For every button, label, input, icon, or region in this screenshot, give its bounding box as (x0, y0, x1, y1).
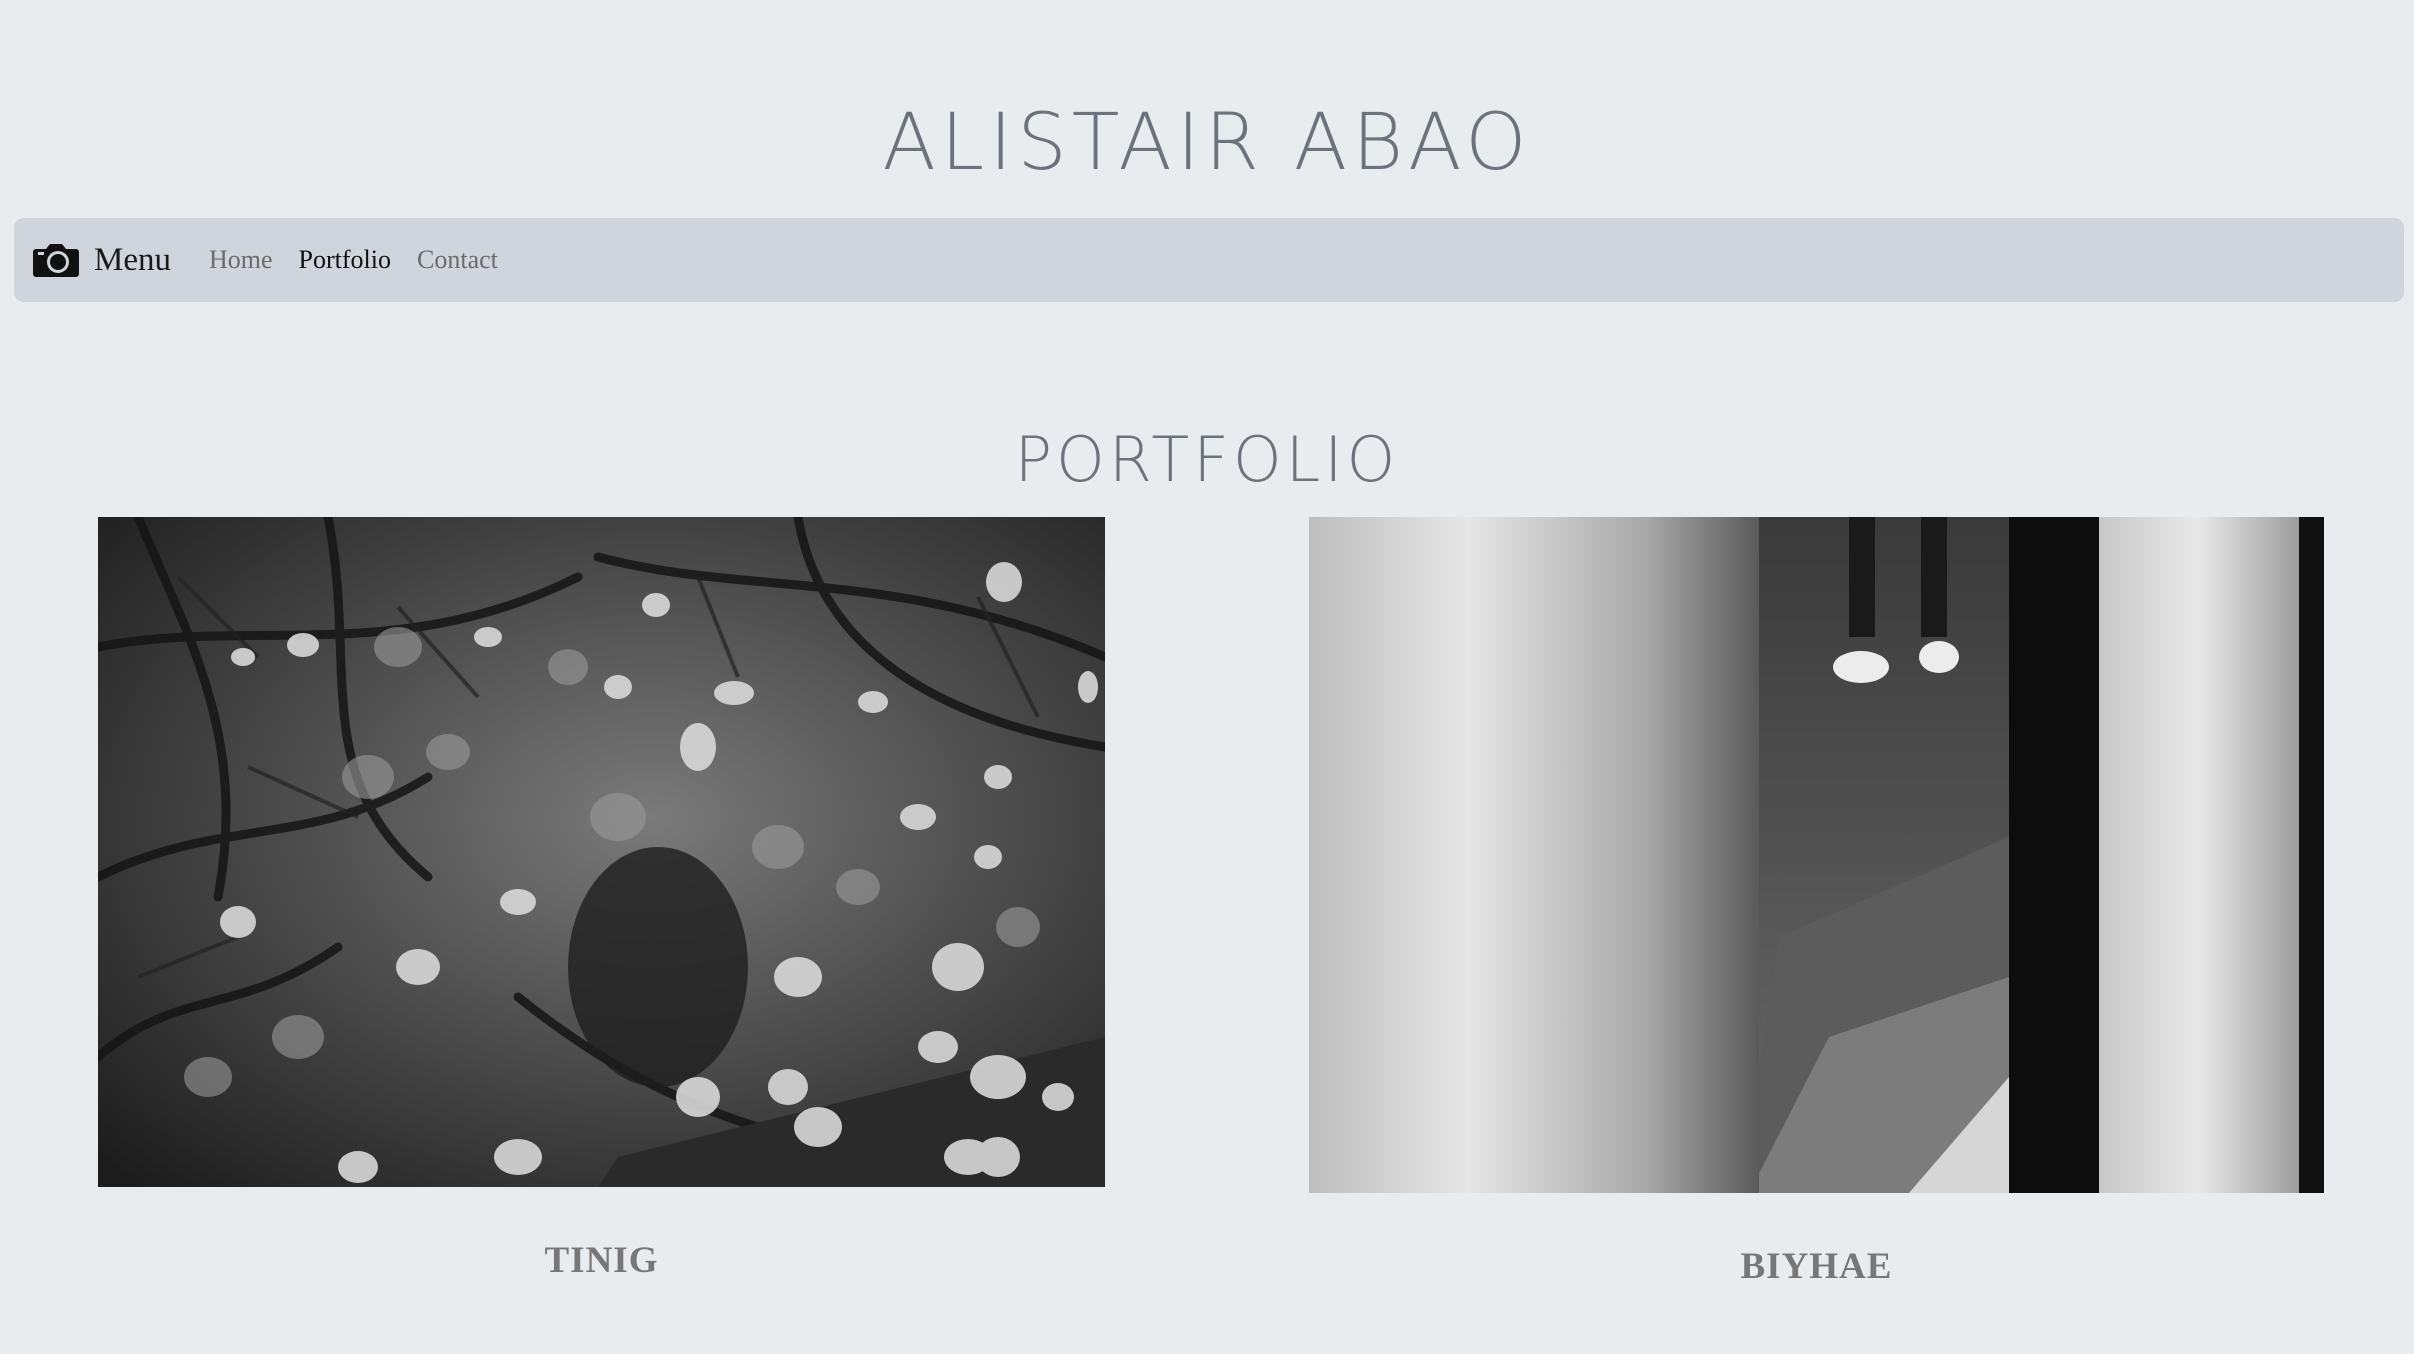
nav-link-contact[interactable]: Contact (417, 245, 498, 275)
site-title: ALISTAIR ABAO (882, 98, 1532, 189)
portfolio-photo[interactable] (98, 517, 1105, 1187)
navbar: Menu Home Portfolio Contact (14, 218, 2404, 302)
nav-link-portfolio[interactable]: Portfolio (299, 245, 391, 275)
menu-toggle[interactable]: Menu (32, 241, 171, 279)
portfolio-photo[interactable] (1309, 517, 2324, 1193)
nav-links: Home Portfolio Contact (209, 245, 524, 275)
menu-label: Menu (94, 241, 171, 278)
section-title: PORTFOLIO (1014, 423, 1400, 497)
camera-icon (33, 244, 79, 277)
portfolio-caption[interactable]: TINIG (98, 1239, 1105, 1282)
portfolio-card[interactable]: TINIG (98, 517, 1105, 1282)
nav-link-home[interactable]: Home (209, 245, 273, 275)
portfolio-card[interactable]: BIYHAE (1309, 517, 2324, 1288)
portfolio-caption[interactable]: BIYHAE (1309, 1245, 2324, 1288)
